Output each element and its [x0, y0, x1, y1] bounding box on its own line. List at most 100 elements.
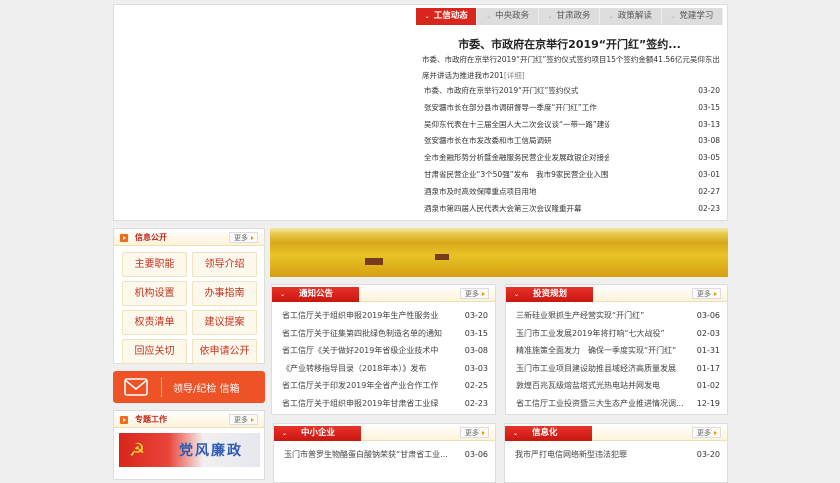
- item-date: 01-31: [696, 346, 720, 355]
- item-date: 03-06: [696, 311, 720, 320]
- tab-central-affairs[interactable]: ⌄ 中央政务: [477, 8, 539, 25]
- more-button[interactable]: 更多: [460, 427, 489, 438]
- list-item[interactable]: 全市金融形势分析暨金融服务民营企业发展政银企对接会 03-05: [424, 150, 720, 167]
- item-date: 03-20: [464, 311, 488, 320]
- item-title: 酒泉市第四届人民代表大会第三次会议隆重开幕: [424, 203, 582, 213]
- item-title: 省工信厅关于征集第四批绿色制造名单的通知: [282, 328, 442, 338]
- more-button[interactable]: 更多: [692, 427, 721, 438]
- list-item[interactable]: 甘肃省民营企业“3个50强”发布 我市9家民营企业入围 03-01: [424, 167, 720, 184]
- more-button[interactable]: 更多: [460, 288, 489, 299]
- info-link-button[interactable]: 主要职能: [122, 252, 187, 277]
- info-link-button[interactable]: 回应关切: [122, 339, 187, 364]
- item-date: 02-23: [464, 398, 488, 408]
- item-title: 《产业转移指导目录（2018年本）》发布: [282, 363, 427, 373]
- list-item[interactable]: 吴仰东代表在十三届全国人大二次会议谈“一带一路”建设 03-13: [424, 117, 720, 134]
- list-item[interactable]: 省工信厅关于组织申报2019年甘肃省工业绿 02-23: [282, 395, 488, 413]
- item-date: 03-15: [698, 102, 720, 112]
- list-item[interactable]: 三新硅业狠抓生产经营实现“开门红” 03-06: [516, 307, 720, 325]
- news-tabs: ⌄ 工信动态 ⌄ 中央政务 ⌄ 甘肃政务 ⌄ 政策解读 ⌄ 党建学习: [416, 8, 724, 25]
- box-title: 信息化: [532, 428, 558, 438]
- informatization-box: ⌄ 信息化 更多 我市严打电信网络新型违法犯罪 03-20: [504, 423, 728, 483]
- info-link-button[interactable]: 建议提案: [192, 310, 257, 335]
- item-date: 03-06: [464, 450, 488, 459]
- item-title: 全市金融形势分析暨金融服务民营企业发展政银企对接会: [424, 153, 609, 163]
- more-button[interactable]: 更多: [692, 288, 721, 299]
- list-item[interactable]: 精准施策全面发力 确保一季度实现“开门红” 01-31: [516, 342, 720, 360]
- list-item[interactable]: 省工信厅关于印发2019年全省产业合作工作 02-25: [282, 377, 488, 395]
- chevron-down-icon: ⌄: [513, 430, 519, 437]
- more-button[interactable]: 更多: [229, 414, 258, 425]
- detail-link[interactable]: [详细]: [504, 71, 525, 80]
- item-date: 12-19: [696, 398, 720, 408]
- info-link-button[interactable]: 领导介绍: [192, 252, 257, 277]
- list-item[interactable]: 我市严打电信网络新型违法犯罪 03-20: [515, 446, 720, 464]
- item-date: 03-20: [696, 450, 720, 459]
- item-title: 张安疆市长在市发改委和市工信局调研: [424, 136, 552, 146]
- divider: [161, 377, 162, 397]
- box-title: 中小企业: [301, 428, 336, 438]
- item-date: 03-20: [698, 86, 720, 95]
- item-title: 省工信厅关于组织申报2019年甘肃省工业绿: [282, 398, 439, 408]
- item-title: 玉门市工业项目建设助推县域经济高质量发展: [516, 363, 676, 373]
- list-item[interactable]: 市委、市政府在京举行2019“开门红”签约仪式 03-20: [424, 83, 720, 100]
- item-date: 03-08: [464, 346, 488, 355]
- item-title: 酒泉市及时高效保障重点项目用地: [424, 186, 537, 196]
- headline-summary: 市委、市政府在京举行2019“开门红”签约仪式签约项目15个签约金额41.56亿…: [422, 55, 720, 80]
- item-date: 03-13: [698, 119, 720, 129]
- hammer-sickle-icon: ☭: [129, 440, 146, 461]
- box-title: 信息公开: [135, 233, 167, 242]
- more-button[interactable]: 更多: [229, 232, 258, 243]
- investment-box: ⌄ 投资规划 更多 三新硅业狠抓生产经营实现“开门红” 03-06 玉门市工业发展201…: [505, 284, 728, 415]
- party-clean-banner[interactable]: ☭ 党风廉政: [119, 433, 260, 467]
- list-item[interactable]: 玉门市普罗生物酪蛋白酸钠荣获“甘肃省工业... 03-06: [284, 446, 488, 464]
- list-item[interactable]: 酒泉市第四届人民代表大会第三次会议隆重开幕 02-23: [424, 201, 720, 218]
- envelope-icon: [124, 378, 148, 396]
- chevron-down-icon: ⌄: [280, 291, 286, 298]
- item-title: 玉门市工业发展2019年将打响“七大战役”: [516, 328, 665, 338]
- harvester: [435, 254, 449, 260]
- item-date: 02-27: [698, 186, 720, 196]
- list-item[interactable]: 省工信厅《关于做好2019年省级企业技术中 03-08: [282, 342, 488, 360]
- box-title: 专题工作: [135, 415, 167, 424]
- box-title: 通知公告: [299, 289, 334, 299]
- item-date: 03-01: [698, 169, 720, 179]
- item-title: 三新硅业狠抓生产经营实现“开门红”: [516, 311, 645, 320]
- item-date: 03-15: [464, 328, 488, 338]
- tab-party-study[interactable]: ⌄ 党建学习: [662, 8, 724, 25]
- list-item[interactable]: 《产业转移指导目录（2018年本）》发布 03-03: [282, 360, 488, 378]
- list-item[interactable]: 玉门市工业发展2019年将打响“七大战役” 02-03: [516, 325, 720, 343]
- list-item[interactable]: 省工信厅工业投资暨三大生态产业推进情况调... 12-19: [516, 395, 720, 413]
- item-title: 张安疆市长在部分县市调研督导一季度“开门红”工作: [424, 102, 597, 112]
- chevron-down-icon: ⌄: [670, 13, 676, 20]
- item-date: 02-25: [464, 381, 488, 390]
- info-link-button[interactable]: 依申请公开: [192, 339, 257, 364]
- tab-gansu-affairs[interactable]: ⌄ 甘肃政务: [539, 8, 601, 25]
- info-link-button[interactable]: 机构设置: [122, 281, 187, 306]
- list-item[interactable]: 敦煌百兆瓦级熔盐塔式光热电站并网发电 01-02: [516, 377, 720, 395]
- list-item[interactable]: 酒泉市及时高效保障重点项目用地 02-27: [424, 184, 720, 201]
- chevron-down-icon: ⌄: [486, 13, 492, 20]
- item-date: 02-03: [696, 328, 720, 338]
- list-item[interactable]: 省工信厅关于征集第四批绿色制造名单的通知 03-15: [282, 325, 488, 343]
- info-link-button[interactable]: 权责清单: [122, 310, 187, 335]
- chevron-down-icon: ⌄: [282, 430, 288, 437]
- mailbox-button[interactable]: 领导/纪检 信箱: [113, 371, 265, 403]
- item-title: 敦煌百兆瓦级熔盐塔式光热电站并网发电: [516, 381, 660, 390]
- item-title: 省工信厅关于组织申报2019年生产性服务业: [282, 311, 439, 320]
- chevron-down-icon: ⌄: [547, 13, 553, 20]
- special-work-box: 专题工作 更多 ☭ 党风廉政: [113, 410, 265, 480]
- item-title: 甘肃省民营企业“3个50强”发布 我市9家民营企业入围: [424, 169, 609, 179]
- info-link-button[interactable]: 办事指南: [192, 281, 257, 306]
- rapeseed-field-banner: [270, 228, 728, 277]
- list-item[interactable]: 张安疆市长在部分县市调研督导一季度“开门红”工作 03-15: [424, 100, 720, 117]
- tab-policy[interactable]: ⌄ 政策解读: [600, 8, 662, 25]
- list-item[interactable]: 省工信厅关于组织申报2019年生产性服务业 03-20: [282, 307, 488, 325]
- list-item[interactable]: 张安疆市长在市发改委和市工信局调研 03-08: [424, 133, 720, 150]
- item-title: 我市严打电信网络新型违法犯罪: [515, 450, 627, 459]
- tab-industry-news[interactable]: ⌄ 工信动态: [416, 8, 478, 25]
- list-item[interactable]: 玉门市工业项目建设助推县域经济高质量发展 01-17: [516, 360, 720, 378]
- notice-box: ⌄ 通知公告 更多 省工信厅关于组织申报2019年生产性服务业 03-20 省工信厅关于…: [271, 284, 496, 415]
- item-date: 03-03: [464, 363, 488, 373]
- headline-link[interactable]: 市委、市政府在京举行2019“开门红”签约...: [416, 36, 723, 52]
- chevron-down-icon: ⌄: [514, 291, 520, 298]
